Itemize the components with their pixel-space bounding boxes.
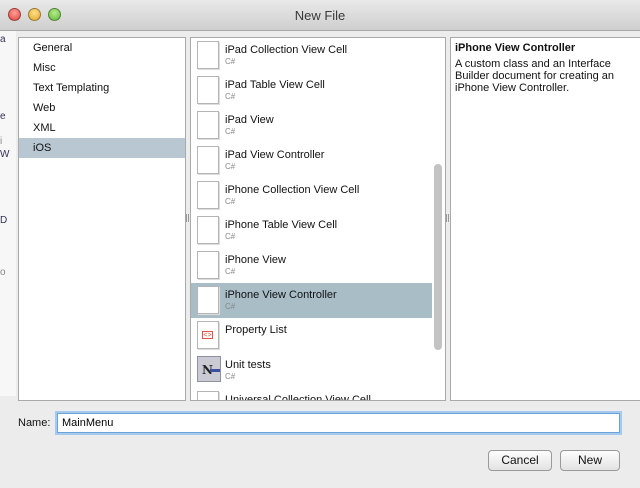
description-panel: iPhone View Controller A custom class an… bbox=[450, 37, 640, 401]
template-list[interactable]: iPad Collection View Cell C# iPad Table Vi… bbox=[190, 37, 446, 401]
blank-document-icon bbox=[197, 286, 219, 314]
blank-document-icon bbox=[197, 41, 219, 69]
template-item[interactable]: N Unit tests C# bbox=[191, 353, 445, 388]
background-glyph: W bbox=[0, 149, 10, 160]
template-language: C# bbox=[225, 302, 236, 311]
description-title: iPhone View Controller bbox=[455, 42, 576, 54]
template-language: C# bbox=[225, 127, 236, 136]
template-name: iPad Collection View Cell bbox=[225, 44, 348, 56]
template-list-scrollbar[interactable] bbox=[434, 164, 442, 350]
category-item[interactable]: Web bbox=[19, 98, 185, 118]
template-language: C# bbox=[225, 92, 236, 101]
window-title: New File bbox=[294, 8, 346, 23]
category-item[interactable]: General bbox=[19, 38, 185, 58]
template-item[interactable]: Universal Collection View CellC# bbox=[191, 388, 445, 401]
property-list-icon: <> bbox=[197, 321, 219, 349]
blank-document-icon bbox=[197, 111, 219, 139]
property-list-icon-glyph: <> bbox=[202, 331, 213, 339]
template-item[interactable]: <> Property List bbox=[191, 318, 445, 353]
title-bar: New File bbox=[0, 0, 640, 31]
background-glyph: D bbox=[0, 215, 8, 226]
new-button[interactable]: New bbox=[560, 450, 620, 471]
blank-document-icon bbox=[197, 251, 219, 279]
name-input[interactable] bbox=[57, 413, 620, 433]
background-glyph: i bbox=[0, 136, 3, 147]
template-item[interactable]: iPad View C# bbox=[191, 108, 445, 143]
template-item[interactable]: iPhone View Controller C# bbox=[191, 283, 432, 318]
template-name: Property List bbox=[225, 324, 287, 336]
category-splitter-handle[interactable] bbox=[186, 214, 189, 222]
category-item[interactable]: Text Templating bbox=[19, 78, 185, 98]
background-glyph: e bbox=[0, 111, 6, 122]
template-name: Unit tests bbox=[225, 359, 271, 371]
template-item[interactable]: iPad View Controller C# bbox=[191, 143, 445, 178]
background-editor-strip: a e i W D o bbox=[0, 31, 16, 396]
blank-document-icon bbox=[197, 146, 219, 174]
template-language: C# bbox=[225, 267, 236, 276]
template-language: C# bbox=[225, 162, 236, 171]
unit-test-icon-bar bbox=[210, 369, 220, 372]
blank-document-icon bbox=[197, 181, 219, 209]
template-name: iPad View bbox=[225, 114, 274, 126]
category-item[interactable]: iOS bbox=[19, 138, 185, 158]
template-name: iPhone View bbox=[225, 254, 286, 266]
new-file-dialog: New File a e i W D o General Misc Text Tem… bbox=[0, 0, 640, 488]
unit-test-icon: N bbox=[197, 356, 221, 382]
category-list[interactable]: General Misc Text Templating Web XML iOS bbox=[18, 37, 186, 401]
name-row: Name: bbox=[0, 410, 640, 436]
template-name: iPhone Collection View Cell bbox=[225, 184, 360, 196]
category-item[interactable]: Misc bbox=[19, 58, 185, 78]
background-glyph: o bbox=[0, 267, 6, 278]
template-name: iPad View Controller bbox=[225, 149, 325, 161]
template-item[interactable]: iPad Table View Cell C# bbox=[191, 73, 445, 108]
template-language: C# bbox=[225, 197, 236, 206]
description-splitter-handle[interactable] bbox=[446, 214, 449, 222]
blank-document-icon bbox=[197, 216, 219, 244]
template-name: iPhone View Controller bbox=[225, 289, 337, 301]
background-glyph: a bbox=[0, 34, 6, 45]
template-item[interactable]: iPhone Table View Cell C# bbox=[191, 213, 445, 248]
template-language: C# bbox=[225, 57, 236, 66]
template-item[interactable]: iPad Collection View Cell C# bbox=[191, 38, 445, 73]
description-text: A custom class and an Interface Builder … bbox=[455, 58, 614, 94]
cancel-button[interactable]: Cancel bbox=[488, 450, 552, 471]
template-item[interactable]: iPhone Collection View Cell C# bbox=[191, 178, 445, 213]
template-language: C# bbox=[225, 232, 236, 241]
name-label: Name: bbox=[18, 417, 51, 429]
template-name: iPhone Table View Cell bbox=[225, 219, 338, 231]
template-language: C# bbox=[225, 372, 236, 381]
category-item[interactable]: XML bbox=[19, 118, 185, 138]
blank-document-icon bbox=[197, 391, 219, 400]
template-name: Universal Collection View Cell bbox=[225, 394, 371, 401]
template-item[interactable]: iPhone View C# bbox=[191, 248, 445, 283]
blank-document-icon bbox=[197, 76, 219, 104]
template-name: iPad Table View Cell bbox=[225, 79, 325, 91]
